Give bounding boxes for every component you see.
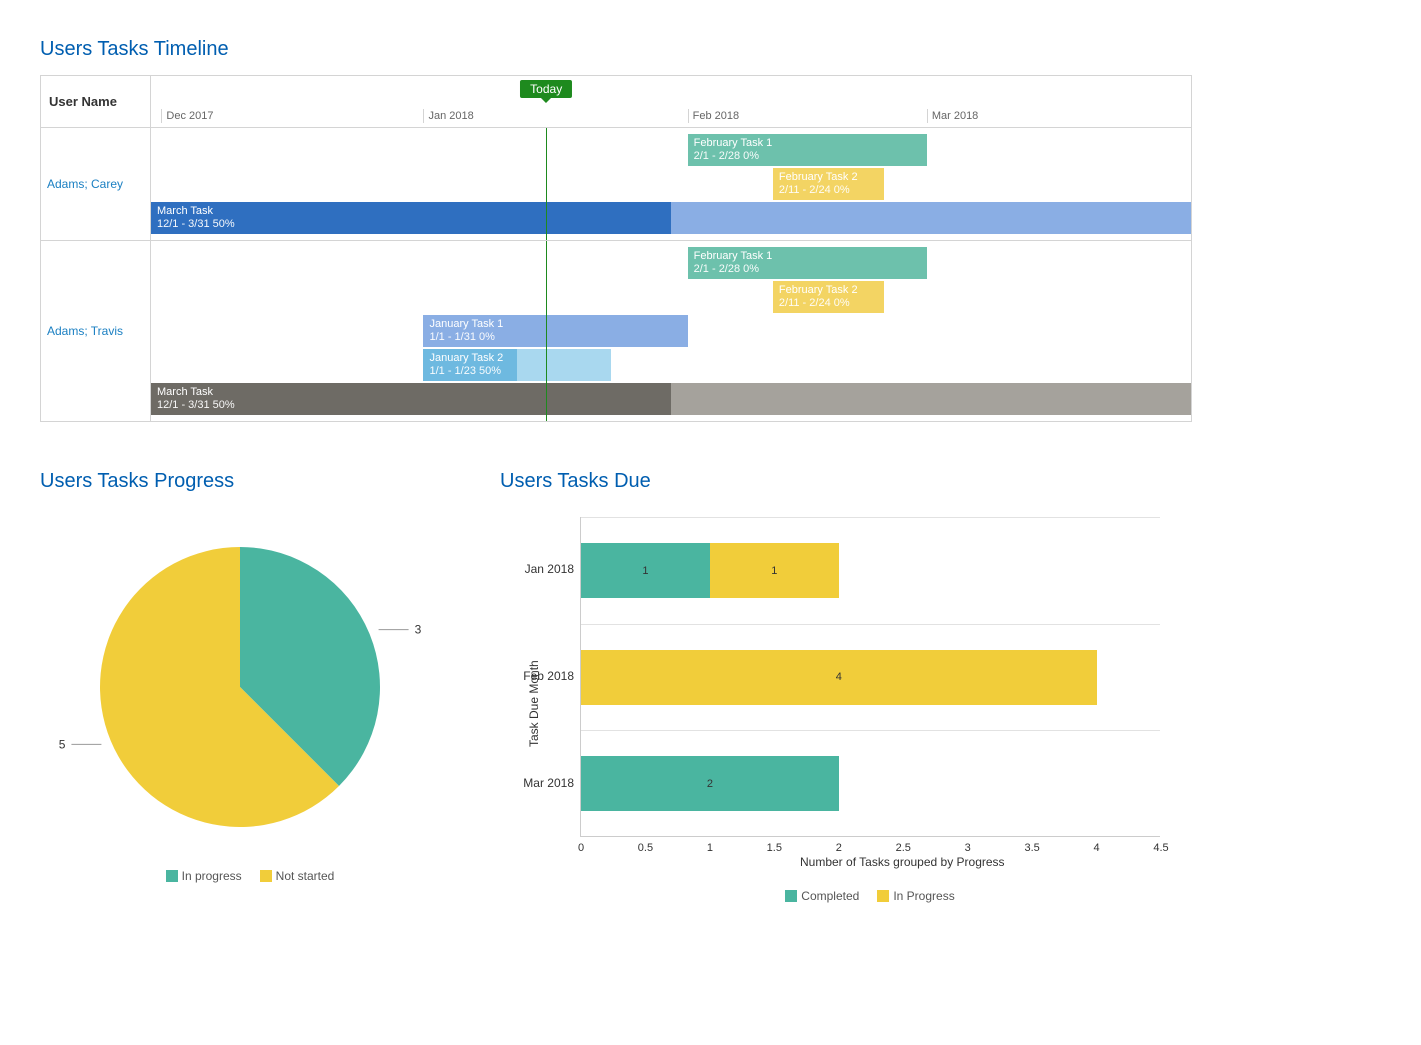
gantt-task-bar[interactable]: January Task 11/1 - 1/31 0% <box>423 315 687 347</box>
timeline-gantt: User Name Today Dec 2017 Jan 2018 Feb 2018… <box>40 75 1192 422</box>
due-xtick-label: 2.5 <box>896 842 911 854</box>
due-bar-segment[interactable]: 1 <box>581 543 710 598</box>
due-xtick-label: 3.5 <box>1024 842 1039 854</box>
progress-legend: In progress Not started <box>40 869 460 883</box>
progress-pie: 35 <box>40 507 440 847</box>
due-xtick-label: 4.5 <box>1153 842 1168 854</box>
due-xtick-label: 1 <box>707 842 713 854</box>
legend-item[interactable]: Completed <box>785 889 859 903</box>
gantt-task-bar[interactable]: February Task 22/11 - 2/24 0% <box>773 168 884 200</box>
gantt-lanes: February Task 12/1 - 2/28 0%February Tas… <box>151 241 1191 421</box>
gantt-task-bar[interactable]: February Task 22/11 - 2/24 0% <box>773 281 884 313</box>
due-xaxis-title: Number of Tasks grouped by Progress <box>800 855 1005 869</box>
legend-item[interactable]: In progress <box>166 869 242 883</box>
gantt-user-link[interactable]: Adams; Carey <box>41 128 151 240</box>
legend-swatch <box>785 890 797 902</box>
gantt-task-bar[interactable]: February Task 12/1 - 2/28 0% <box>688 134 927 166</box>
due-xtick-label: 0 <box>578 842 584 854</box>
legend-item[interactable]: Not started <box>260 869 335 883</box>
legend-item[interactable]: In Progress <box>877 889 954 903</box>
gantt-body: Adams; CareyFebruary Task 12/1 - 2/28 0%… <box>41 128 1191 421</box>
due-bar-segment[interactable]: 2 <box>581 756 839 811</box>
due-bar-row: 4 <box>581 624 1160 731</box>
legend-swatch <box>260 870 272 882</box>
gantt-axis-tick: Feb 2018 <box>688 109 739 123</box>
gantt-task-bar[interactable]: January Task 21/1 - 1/23 50% <box>423 349 610 381</box>
due-xtick-label: 4 <box>1093 842 1099 854</box>
due-bar-row: 11 <box>581 517 1160 624</box>
due-bar-segment[interactable]: 4 <box>581 650 1097 705</box>
gantt-axis-tick: Mar 2018 <box>927 109 978 123</box>
due-bar-chart: Task Due Month 114200.511.522.533.544.5 … <box>500 507 1180 867</box>
due-ytick-label: Jan 2018 <box>500 562 574 576</box>
due-bar-row: 2 <box>581 730 1160 837</box>
gantt-axis-tick: Jan 2018 <box>423 109 473 123</box>
pie-slice-label: 3 <box>415 623 422 637</box>
legend-swatch <box>166 870 178 882</box>
timeline-title: Users Tasks Timeline <box>40 38 1381 61</box>
due-xtick-label: 0.5 <box>638 842 653 854</box>
due-xtick-label: 2 <box>836 842 842 854</box>
gantt-axis-tick: Dec 2017 <box>161 109 213 123</box>
gantt-task-bar[interactable]: February Task 12/1 - 2/28 0% <box>688 247 927 279</box>
gantt-header: User Name Today Dec 2017 Jan 2018 Feb 2018… <box>41 76 1191 128</box>
gantt-row: Adams; CareyFebruary Task 12/1 - 2/28 0%… <box>41 128 1191 240</box>
legend-swatch <box>877 890 889 902</box>
due-xtick-label: 1.5 <box>767 842 782 854</box>
gantt-user-link[interactable]: Adams; Travis <box>41 241 151 421</box>
due-ytick-label: Feb 2018 <box>500 669 574 683</box>
gantt-time-axis: Today Dec 2017 Jan 2018 Feb 2018 Mar 2018 <box>151 76 1191 127</box>
gantt-lanes: February Task 12/1 - 2/28 0%February Tas… <box>151 128 1191 240</box>
due-ytick-label: Mar 2018 <box>500 776 574 790</box>
gantt-task-bar[interactable]: March Task12/1 - 3/31 50% <box>151 383 1191 415</box>
due-xtick-label: 3 <box>965 842 971 854</box>
pie-slice-label: 5 <box>59 737 66 751</box>
gantt-today-badge: Today <box>520 80 572 98</box>
due-legend: Completed In Progress <box>500 889 1240 903</box>
progress-title: Users Tasks Progress <box>40 470 460 493</box>
due-bar-segment[interactable]: 1 <box>710 543 839 598</box>
gantt-task-bar[interactable]: March Task12/1 - 3/31 50% <box>151 202 1191 234</box>
due-title: Users Tasks Due <box>500 470 1240 493</box>
gantt-row: Adams; TravisFebruary Task 12/1 - 2/28 0… <box>41 240 1191 421</box>
gantt-corner-label: User Name <box>41 76 151 127</box>
